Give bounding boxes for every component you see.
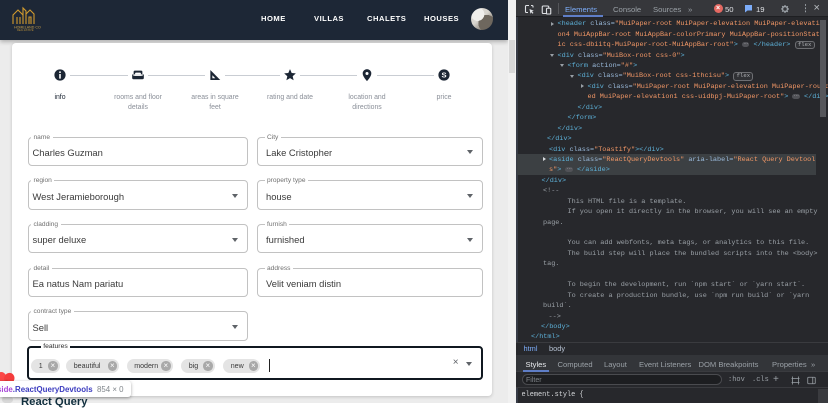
svg-text:S: S — [441, 71, 446, 80]
svg-text:REAL ESTATE: REAL ESTATE — [17, 29, 34, 31]
